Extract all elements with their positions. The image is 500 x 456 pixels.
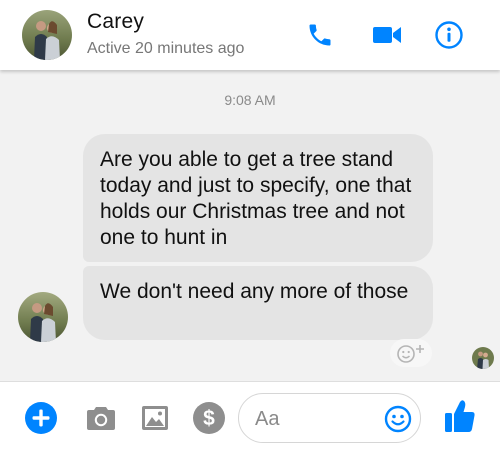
add-reaction-icon bbox=[395, 342, 427, 364]
plus-icon bbox=[24, 401, 58, 435]
conversation-info-button[interactable] bbox=[432, 18, 466, 52]
gallery-button[interactable] bbox=[137, 400, 173, 436]
message-bubble[interactable]: We don't need any more of those bbox=[83, 266, 433, 340]
message-timestamp: 9:08 AM bbox=[224, 92, 276, 108]
image-icon bbox=[141, 405, 169, 431]
call-button[interactable] bbox=[303, 18, 337, 52]
camera-icon bbox=[86, 405, 116, 431]
contact-avatar[interactable] bbox=[22, 10, 72, 60]
add-reaction-button[interactable] bbox=[390, 339, 432, 367]
messenger-conversation: Carey Active 20 minutes ago 9:08 AM Are … bbox=[0, 0, 500, 456]
send-like-button[interactable] bbox=[442, 396, 478, 436]
conversation-header: Carey Active 20 minutes ago bbox=[0, 0, 500, 70]
emoji-button[interactable] bbox=[383, 404, 413, 434]
message-field[interactable] bbox=[238, 393, 421, 443]
camera-button[interactable] bbox=[83, 400, 119, 436]
more-actions-button[interactable] bbox=[23, 400, 59, 436]
smiley-icon bbox=[384, 405, 412, 433]
contact-name[interactable]: Carey bbox=[87, 10, 144, 34]
dollar-icon: $ bbox=[192, 401, 226, 435]
payment-button[interactable]: $ bbox=[191, 400, 227, 436]
phone-icon bbox=[306, 21, 334, 49]
active-status: Active 20 minutes ago bbox=[87, 40, 245, 57]
sender-avatar[interactable] bbox=[18, 292, 68, 342]
info-icon bbox=[434, 20, 464, 50]
message-bubble[interactable]: Are you able to get a tree stand today a… bbox=[83, 134, 433, 262]
message-input[interactable] bbox=[255, 406, 375, 432]
thumbs-up-icon bbox=[444, 398, 476, 434]
message-composer: $ bbox=[0, 381, 500, 456]
seen-indicator-avatar bbox=[472, 347, 494, 369]
video-call-button[interactable] bbox=[370, 18, 404, 52]
svg-text:$: $ bbox=[203, 407, 215, 430]
video-camera-icon bbox=[372, 24, 402, 46]
